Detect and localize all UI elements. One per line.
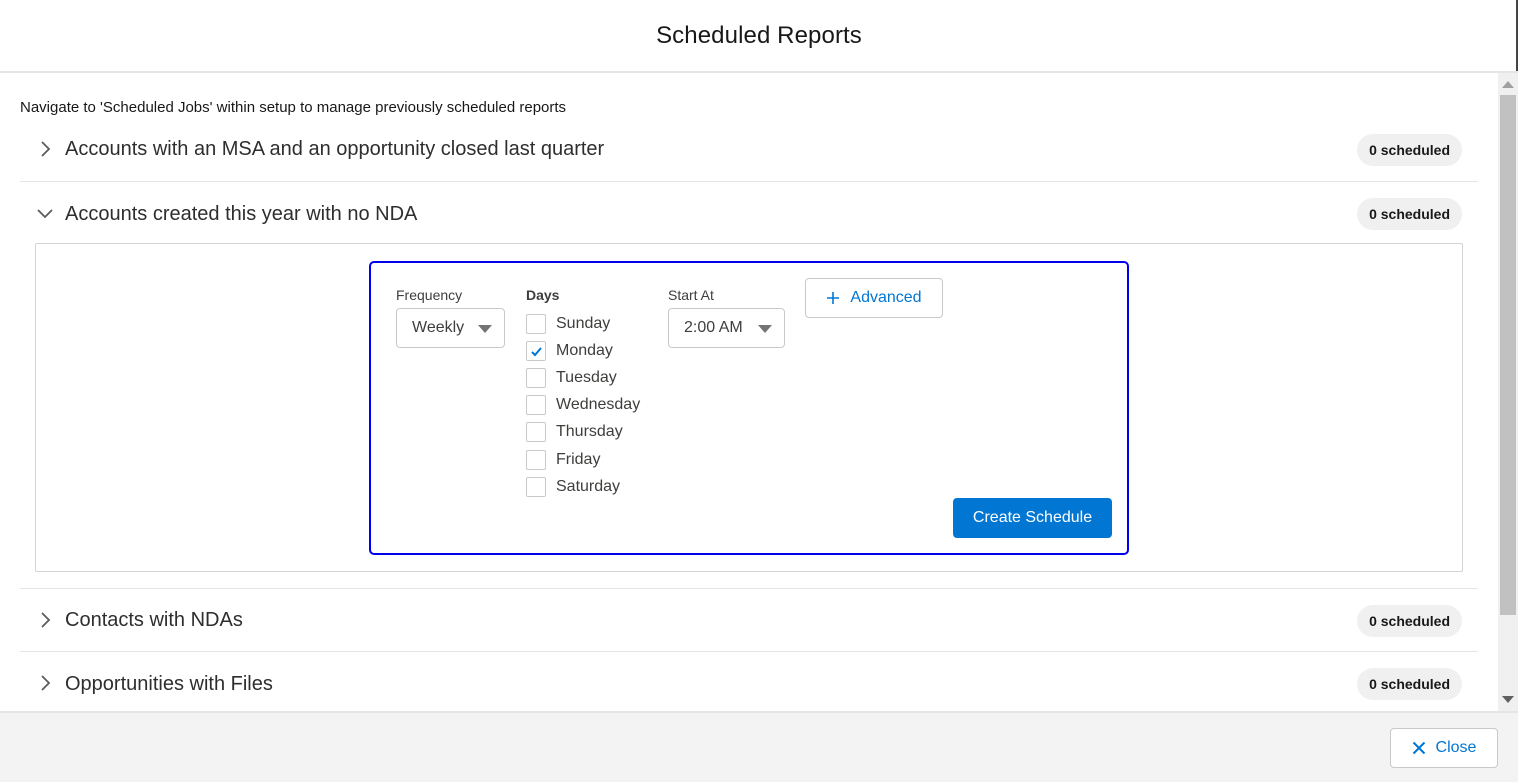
vertical-scrollbar[interactable] <box>1498 73 1518 711</box>
close-label: Close <box>1435 739 1477 756</box>
day-label: Tuesday <box>556 369 617 386</box>
checkbox[interactable] <box>526 422 546 442</box>
start-at-label: Start At <box>668 287 714 303</box>
day-checkbox-friday[interactable]: Friday <box>526 449 600 471</box>
checkmark-icon <box>531 347 542 357</box>
scheduled-reports-modal: Scheduled Reports Navigate to 'Scheduled… <box>0 0 1518 782</box>
modal-body: Navigate to 'Scheduled Jobs' within setu… <box>0 73 1498 711</box>
report-title[interactable]: Contacts with NDAs <box>65 589 243 651</box>
checkbox[interactable] <box>526 341 546 361</box>
day-label: Sunday <box>556 315 611 332</box>
days-label: Days <box>526 287 560 303</box>
modal-footer: Close <box>0 711 1518 782</box>
checkbox[interactable] <box>526 368 546 388</box>
frequency-value: Weekly <box>412 319 465 336</box>
day-label: Thursday <box>556 423 623 440</box>
scrollbar-thumb[interactable] <box>1500 95 1516 615</box>
close-button[interactable]: Close <box>1390 728 1498 768</box>
chevron-right-icon[interactable] <box>36 140 54 158</box>
report-title[interactable]: Accounts created this year with no NDA <box>65 182 417 246</box>
scroll-up-arrow-icon[interactable] <box>1502 81 1514 88</box>
report-row[interactable]: Contacts with NDAs 0 scheduled <box>20 588 1478 652</box>
start-at-select[interactable]: 2:00 AM <box>668 308 785 348</box>
scroll-down-arrow-icon[interactable] <box>1502 696 1514 703</box>
day-checkbox-monday[interactable]: Monday <box>526 340 613 362</box>
report-row[interactable]: Opportunities with Files 0 scheduled <box>20 652 1478 711</box>
day-checkbox-sunday[interactable]: Sunday <box>526 313 610 335</box>
checkbox[interactable] <box>526 477 546 497</box>
report-title[interactable]: Accounts with an MSA and an opportunity … <box>65 118 604 181</box>
start-at-value: 2:00 AM <box>684 319 743 336</box>
scheduled-count-badge: 0 scheduled <box>1357 134 1462 166</box>
day-label: Saturday <box>556 478 621 495</box>
frequency-select[interactable]: Weekly <box>396 308 505 348</box>
advanced-button[interactable]: Advanced <box>805 278 943 318</box>
advanced-label: Advanced <box>850 289 922 306</box>
chevron-right-icon[interactable] <box>36 674 54 692</box>
day-label: Wednesday <box>556 396 641 413</box>
dropdown-caret-icon <box>478 325 492 333</box>
checkbox[interactable] <box>526 314 546 334</box>
plus-icon <box>827 292 840 304</box>
create-schedule-button[interactable]: Create Schedule <box>953 498 1112 538</box>
day-label: Monday <box>556 342 613 359</box>
report-title[interactable]: Opportunities with Files <box>65 652 273 711</box>
scheduled-count-badge: 0 scheduled <box>1357 198 1462 230</box>
close-icon <box>1412 741 1425 755</box>
modal-header: Scheduled Reports <box>0 0 1518 73</box>
frequency-label: Frequency <box>396 287 463 303</box>
report-row[interactable]: Accounts with an MSA and an opportunity … <box>20 118 1478 182</box>
scheduled-jobs-notice: Navigate to 'Scheduled Jobs' within setu… <box>20 99 567 116</box>
dropdown-caret-icon <box>758 325 772 333</box>
day-checkbox-wednesday[interactable]: Wednesday <box>526 394 640 416</box>
checkbox[interactable] <box>526 450 546 470</box>
chevron-down-icon[interactable] <box>36 204 54 222</box>
checkbox[interactable] <box>526 395 546 415</box>
day-checkbox-saturday[interactable]: Saturday <box>526 476 620 498</box>
day-label: Friday <box>556 451 601 468</box>
day-checkbox-tuesday[interactable]: Tuesday <box>526 367 617 389</box>
chevron-right-icon[interactable] <box>36 611 54 629</box>
scheduled-count-badge: 0 scheduled <box>1357 605 1462 637</box>
scheduled-count-badge: 0 scheduled <box>1357 668 1462 700</box>
modal-title: Scheduled Reports <box>656 21 862 49</box>
report-row-expanded[interactable]: Accounts created this year with no NDA 0… <box>20 182 1478 246</box>
schedule-form: Frequency Weekly Days Sunday Monday Tues… <box>369 261 1129 555</box>
day-checkbox-thursday[interactable]: Thursday <box>526 421 623 443</box>
